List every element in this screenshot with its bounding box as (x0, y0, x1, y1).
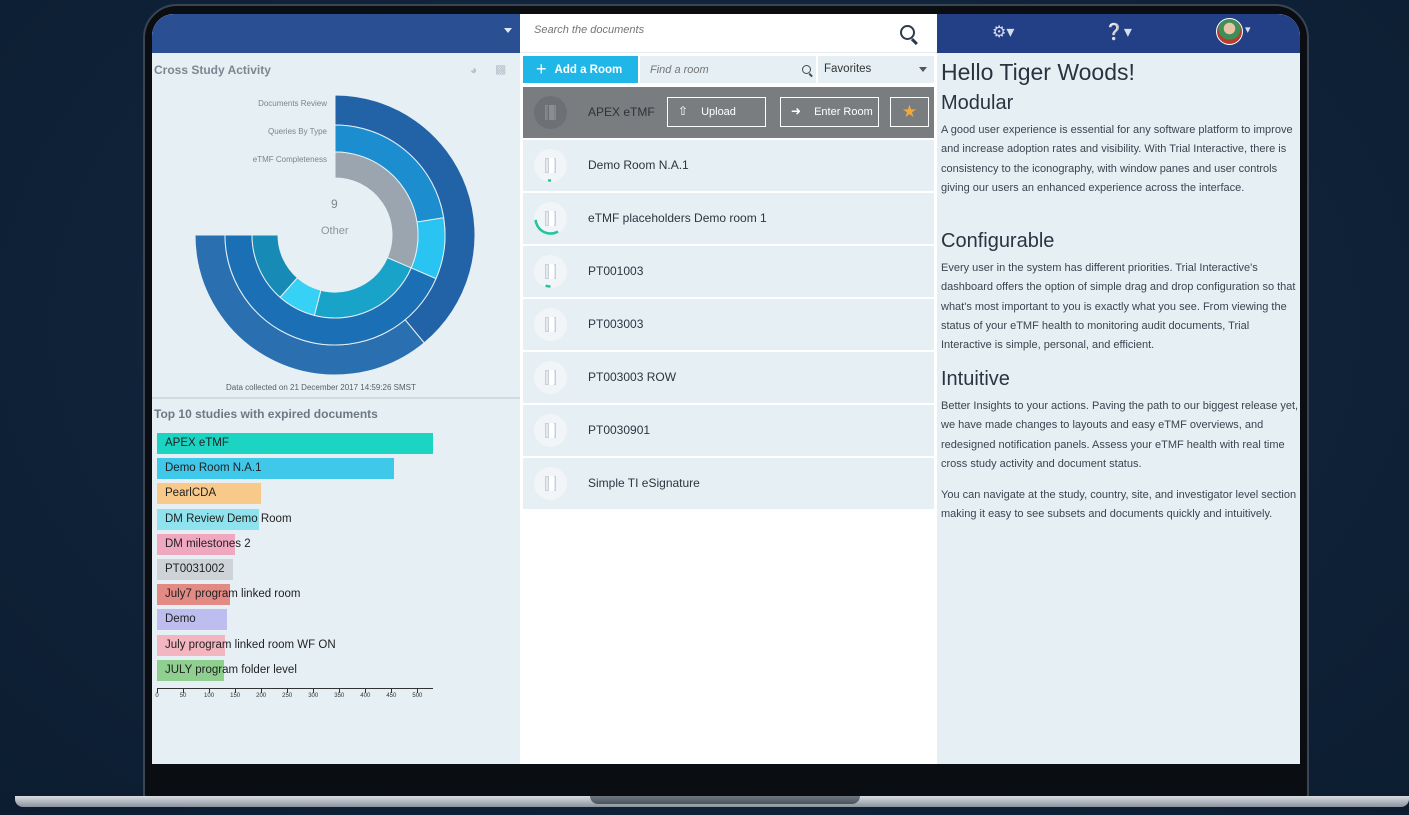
room-row[interactable]: APEX eTMF ⇧ Upload ➜ Enter Room ★ (523, 87, 934, 138)
room-icon (534, 467, 567, 500)
room-name: PT003003 (588, 317, 644, 331)
progress-ring (534, 255, 567, 288)
room-name: PT001003 (588, 264, 644, 278)
left-topbar[interactable] (152, 14, 520, 53)
room-name: APEX eTMF (588, 105, 655, 119)
section-body: Better Insights to your actions. Paving … (941, 400, 1299, 470)
axis-tick-label: 350 (334, 693, 345, 699)
room-row[interactable]: PT003003 ROW (523, 352, 934, 403)
rooms-panel: + Add a Room Favorites APEX eTMF ⇧ Upload … (520, 14, 937, 764)
donut-center-label: Other (321, 225, 349, 237)
axis-tick-label: 400 (360, 693, 371, 699)
upload-label: Upload (701, 106, 736, 118)
axis-tick-label: 300 (308, 693, 319, 699)
room-icon (534, 414, 567, 447)
search-icon[interactable] (802, 65, 811, 74)
room-row[interactable]: PT0030901 (523, 405, 934, 456)
bar-chart-icon[interactable]: ▩ (495, 62, 506, 76)
room-name: Simple TI eSignature (588, 476, 700, 490)
axis-tick-label: 50 (179, 693, 187, 699)
document-search-bar (520, 14, 937, 53)
favorites-dropdown[interactable]: Favorites (818, 56, 934, 83)
axis-tick-label: 200 (256, 693, 267, 699)
room-row[interactable]: Simple TI eSignature (523, 458, 934, 509)
progress-ring (534, 149, 567, 182)
section-heading: Intuitive (941, 368, 1010, 390)
bar-item[interactable]: APEX eTMF (157, 433, 433, 454)
axis-tick-label: 450 (386, 693, 397, 699)
ring-label-etmf: eTMF Completeness (252, 155, 327, 164)
donut-center-value: 9 (331, 197, 338, 211)
room-name: PT003003 ROW (588, 370, 677, 384)
bar-item[interactable]: DM Review Demo Room (157, 508, 292, 530)
left-panel: Cross Study Activity ◕ ▩ Documents Revie… (152, 14, 520, 764)
bar-item[interactable]: July7 program linked room (157, 584, 301, 606)
room-row[interactable]: PT003003 (523, 299, 934, 350)
enter-icon: ➜ (791, 104, 802, 118)
axis-tick-label: 100 (204, 693, 215, 699)
find-room-input[interactable] (640, 56, 816, 83)
axis-tick-label: 0 (155, 693, 159, 699)
cross-study-title: Cross Study Activity (154, 63, 271, 77)
axis-tick-label: 500 (412, 693, 423, 699)
search-icon[interactable] (900, 25, 915, 40)
room-name: PT0030901 (588, 423, 651, 437)
bar-item[interactable]: JULY program folder level (157, 659, 297, 681)
room-row[interactable]: Demo Room N.A.1 (523, 140, 934, 191)
ring-label-documents-review: Documents Review (258, 99, 327, 108)
room-name: Demo Room N.A.1 (588, 158, 689, 172)
upload-icon: ⇧ (678, 104, 689, 118)
bar-item[interactable]: Demo Room N.A.1 (157, 458, 394, 480)
panel-divider (152, 397, 520, 399)
ring-label-queries: Queries By Type (268, 127, 327, 136)
room-row[interactable]: eTMF placeholders Demo room 1 (523, 193, 934, 244)
pie-chart-icon[interactable]: ◕ (470, 63, 477, 77)
closing-paragraph: You can navigate at the study, country, … (941, 489, 1297, 521)
plus-icon: + (536, 59, 547, 79)
add-room-button[interactable]: + Add a Room (523, 56, 638, 83)
axis-tick-label: 150 (230, 693, 241, 699)
section-heading: Modular (941, 92, 1014, 114)
room-icon (534, 308, 567, 341)
room-name: eTMF placeholders Demo room 1 (588, 211, 767, 225)
room-icon (534, 96, 567, 129)
enter-room-button[interactable]: ➜ Enter Room (780, 97, 879, 127)
welcome-panel: ⚙▾ ❔▾ ▾ Hello Tiger Woods! Modular A goo… (937, 14, 1300, 764)
chevron-down-icon (919, 67, 927, 72)
add-room-label: Add a Room (554, 64, 623, 76)
section-heading: Configurable (941, 230, 1055, 252)
room-row[interactable]: PT001003 (523, 246, 934, 297)
data-collected-note: Data collected on 21 December 2017 14:59… (226, 383, 416, 392)
document-search-input[interactable] (534, 24, 874, 36)
enter-room-label: Enter Room (814, 106, 873, 118)
laptop-notch (590, 796, 860, 804)
chevron-down-icon[interactable]: ▾ (1245, 23, 1251, 36)
bar-item[interactable]: PT0031002 (157, 559, 233, 580)
chevron-down-icon[interactable] (504, 28, 512, 33)
help-icon[interactable]: ❔▾ (1104, 22, 1132, 42)
bar-item[interactable]: DM milestones 2 (157, 533, 251, 555)
bar-item[interactable]: Demo (157, 609, 227, 631)
avatar[interactable] (1216, 18, 1243, 45)
bar-item[interactable]: July program linked room WF ON (157, 634, 336, 656)
right-topbar: ⚙▾ ❔▾ ▾ (937, 14, 1300, 53)
section-body: Every user in the system has different p… (941, 262, 1296, 352)
favorites-label: Favorites (824, 63, 872, 75)
gear-icon[interactable]: ⚙▾ (992, 22, 1014, 42)
bars-title: Top 10 studies with expired documents (154, 407, 378, 421)
greeting-title: Hello Tiger Woods! (941, 59, 1135, 85)
room-icon (534, 361, 567, 394)
bar-item[interactable]: PearlCDA (157, 483, 261, 505)
room-toolbar: + Add a Room Favorites (520, 53, 937, 84)
progress-ring (534, 202, 567, 235)
axis-tick-label: 250 (282, 693, 293, 699)
star-icon: ★ (901, 102, 918, 121)
section-body: A good user experience is essential for … (941, 124, 1293, 194)
favorite-star-button[interactable]: ★ (890, 97, 929, 127)
app-screen: Cross Study Activity ◕ ▩ Documents Revie… (152, 14, 1300, 764)
upload-button[interactable]: ⇧ Upload (667, 97, 766, 127)
